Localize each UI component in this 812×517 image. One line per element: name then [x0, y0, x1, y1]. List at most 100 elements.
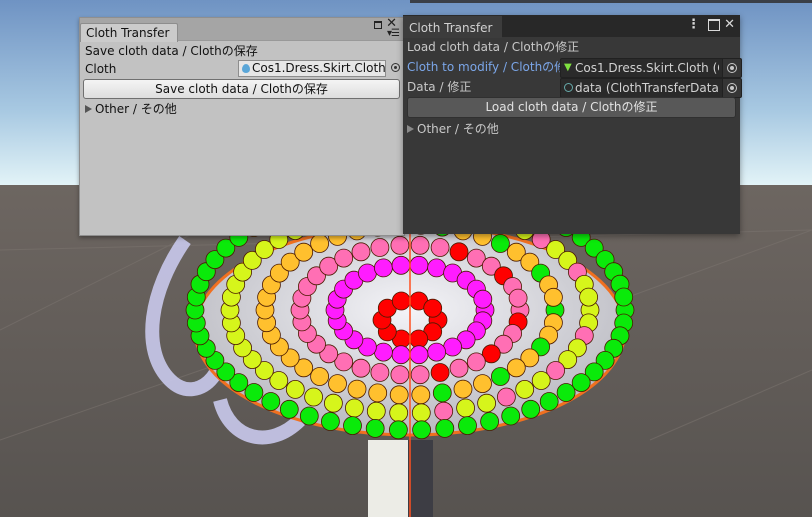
constraint-sphere-ring-2 [390, 235, 410, 255]
cloth-to-modify-value: Cos1.Dress.Skirt.Cloth (Cl [575, 61, 719, 75]
constraint-sphere-ring-4 [434, 401, 454, 421]
constraint-sphere-ring-4 [366, 401, 386, 421]
constraint-sphere-ring-5 [261, 392, 281, 411]
constraint-sphere-ring-1 [427, 342, 447, 362]
constraint-sphere-ring-2 [410, 365, 430, 385]
close-icon[interactable]: ✕ [724, 17, 735, 32]
constraint-sphere-core [409, 329, 429, 349]
data-label: Data / 修正 [407, 80, 472, 94]
leg-left [368, 440, 408, 517]
cloth-to-modify-row: Cloth to modify / Clothの修 ▼ Cos1.Dress.S… [407, 58, 742, 78]
constraint-sphere-ring-2 [370, 363, 390, 382]
constraint-sphere-ring-1 [409, 345, 429, 365]
constraint-sphere-ring-2 [449, 242, 469, 262]
constraint-sphere-ring-2 [351, 242, 371, 262]
other-foldout-label: Other / その他 [417, 122, 499, 136]
constraint-sphere-ring-3 [368, 383, 388, 403]
section-title: Save cloth data / Clothの保存 [85, 44, 258, 58]
editor-toolbar-strip [410, 0, 812, 3]
constraint-sphere-ring-3 [544, 287, 563, 307]
constraint-sphere-ring-5 [343, 416, 362, 436]
constraint-sphere-ring-5 [571, 373, 591, 393]
constraint-sphere-ring-1 [391, 345, 411, 365]
constraint-sphere-ring-5 [412, 420, 432, 440]
section-title: Load cloth data / Clothの修正 [407, 40, 580, 54]
constraint-sphere-ring-3 [389, 385, 409, 405]
constraint-sphere-ring-1 [357, 263, 377, 283]
window-tab[interactable]: Cloth Transfer [80, 23, 179, 42]
constraint-sphere-ring-3 [411, 385, 431, 405]
cloth-label: Cloth [85, 62, 117, 76]
constraint-sphere-ring-5 [299, 406, 319, 426]
constraint-sphere-ring-3 [490, 234, 510, 253]
constraint-sphere-ring-3 [490, 367, 510, 386]
object-picker-icon [727, 63, 737, 73]
constraint-sphere-ring-2 [370, 238, 390, 257]
constraint-sphere-ring-5 [501, 406, 521, 426]
constraint-sphere-ring-3 [310, 234, 330, 253]
cloth-value: Cos1.Dress.Skirt.Cloth [252, 61, 386, 75]
cloth-component-icon [242, 64, 250, 73]
constraint-sphere-ring-3 [310, 367, 330, 386]
maximize-icon[interactable] [708, 19, 720, 31]
load-cloth-data-button[interactable]: Load cloth data / Clothの修正 [407, 97, 736, 118]
maximize-icon[interactable] [374, 21, 382, 29]
object-picker-button[interactable] [722, 59, 741, 77]
constraint-sphere-core [423, 298, 443, 318]
constraint-sphere-ring-5 [279, 399, 299, 419]
constraint-sphere-ring-4 [579, 287, 598, 307]
cloth-transfer-window-dark: Cloth Transfer ⋮ ✕ Load cloth data / Clo… [403, 15, 742, 234]
cloth-to-modify-field[interactable]: ▼ Cos1.Dress.Skirt.Cloth (Cl [560, 58, 742, 78]
constraint-sphere-ring-5 [458, 416, 477, 436]
more-options-icon[interactable]: ⋮ [687, 17, 700, 32]
constraint-sphere-ring-4 [496, 387, 516, 407]
object-picker-button[interactable] [722, 79, 741, 97]
constraint-sphere-ring-3 [294, 242, 314, 262]
other-foldout[interactable]: Other / その他 [85, 100, 399, 118]
constraint-sphere-ring-5 [556, 383, 576, 402]
constraint-sphere-ring-1 [473, 289, 493, 309]
foldout-arrow-icon [85, 105, 92, 113]
constraint-sphere-ring-4 [389, 403, 409, 423]
save-cloth-data-button[interactable]: Save cloth data / Clothの保存 [83, 79, 400, 99]
constraint-sphere-ring-3 [453, 379, 473, 399]
constraint-sphere-ring-1 [373, 342, 393, 362]
window-tabbar: Cloth Transfer ⋮ ✕ [403, 15, 740, 38]
constraint-sphere-ring-2 [410, 235, 430, 255]
constraint-sphere-ring-5 [480, 412, 500, 431]
constraint-sphere-ring-4 [456, 398, 476, 418]
constraint-sphere-ring-1 [427, 258, 447, 278]
other-foldout[interactable]: Other / その他 [407, 120, 736, 138]
constraint-sphere-ring-2 [334, 248, 354, 268]
data-row: Data / 修正 data (ClothTransferData) [407, 78, 742, 98]
object-picker-icon[interactable] [391, 63, 400, 72]
constraint-sphere-ring-2 [466, 352, 486, 372]
menu-icon[interactable]: ▾☰ [387, 28, 400, 39]
constraint-sphere-ring-4 [411, 403, 431, 423]
window-tab[interactable]: Cloth Transfer [403, 15, 503, 38]
constraint-sphere-ring-2 [430, 363, 450, 382]
constraint-sphere-ring-1 [391, 255, 411, 275]
constraint-sphere-ring-2 [508, 288, 528, 308]
constraint-sphere-ring-2 [351, 358, 371, 378]
cloth-field-row: Cloth Cos1.Dress.Skirt.Cloth [85, 60, 400, 78]
constraint-sphere-ring-4 [344, 398, 364, 418]
constraint-sphere-ring-3 [432, 383, 452, 403]
data-value: data (ClothTransferData) [575, 81, 719, 95]
constraint-sphere-ring-4 [477, 393, 497, 413]
constraint-sphere-ring-2 [390, 365, 410, 385]
constraint-sphere-ring-5 [244, 383, 264, 402]
constraint-sphere-ring-2 [430, 238, 450, 257]
constraint-sphere-ring-4 [304, 387, 324, 407]
window-tabbar: Cloth Transfer ✕ ▾☰ [80, 16, 404, 42]
data-object-field[interactable]: data (ClothTransferData) [560, 78, 742, 98]
constraint-sphere-ring-4 [285, 379, 305, 399]
constraint-sphere-core [391, 291, 411, 311]
constraint-sphere-ring-5 [365, 418, 385, 438]
cloth-transfer-window-light: Cloth Transfer ✕ ▾☰ Save cloth data / Cl… [79, 16, 405, 236]
constraint-sphere-ring-1 [409, 255, 429, 275]
cloth-object-field[interactable]: Cos1.Dress.Skirt.Cloth [238, 60, 386, 77]
scriptable-object-icon [564, 83, 573, 92]
constraint-sphere-ring-5 [388, 420, 408, 440]
constraint-sphere-ring-5 [614, 287, 634, 307]
